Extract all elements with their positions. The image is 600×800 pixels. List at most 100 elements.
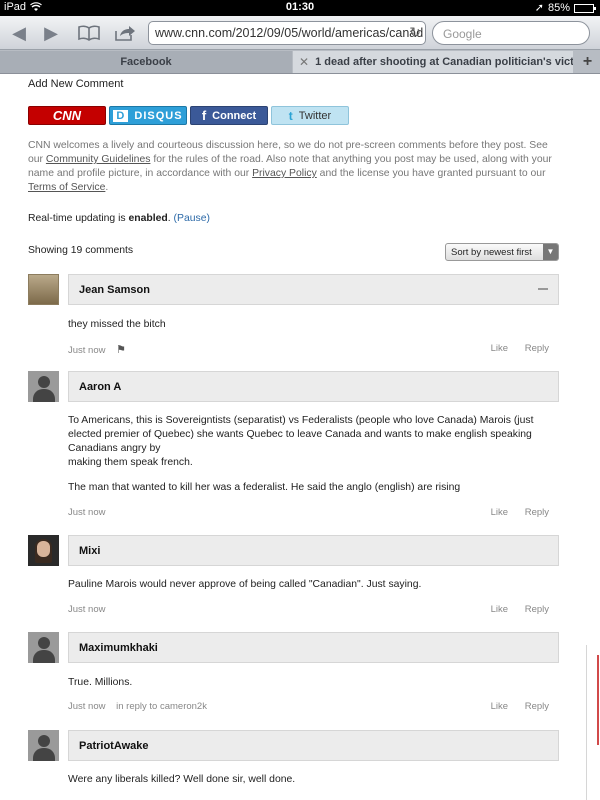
comment-meta: Just now Like Reply [68, 507, 549, 518]
privacy-policy-link[interactable]: Privacy Policy [252, 168, 317, 179]
terms-of-service-link[interactable]: Terms of Service [28, 182, 105, 193]
like-link[interactable]: Like [491, 343, 508, 354]
comment-time[interactable]: Just now [68, 345, 106, 356]
comment-paragraph: Pauline Marois would never approve of be… [68, 579, 422, 590]
realtime-prefix: Real-time updating is [28, 213, 129, 224]
comment-text: they missed the bitch [68, 318, 553, 332]
avatar[interactable] [28, 632, 59, 663]
comment-time[interactable]: Just now [68, 701, 106, 712]
add-comment-title: Add New Comment [28, 78, 124, 90]
comment-meta: Just now in reply to cameron2k Like Repl… [68, 701, 549, 712]
comment-item: PatriotAwake Were any liberals killed? W… [28, 730, 560, 800]
disqus-label: DISQUS [134, 109, 183, 122]
facebook-connect-button[interactable]: f Connect [190, 106, 268, 125]
battery-icon [574, 3, 596, 13]
clock: 01:30 [285, 1, 315, 13]
comment-meta: Just now Like Reply [68, 604, 549, 615]
facebook-label: Connect [212, 109, 257, 122]
discussion-notice: CNN welcomes a lively and courteous disc… [28, 139, 558, 195]
flag-icon[interactable]: ⚑ [116, 344, 126, 356]
comment-author[interactable]: Maximumkhaki [79, 642, 158, 654]
reply-link[interactable]: Reply [525, 507, 549, 518]
share-icon[interactable] [112, 22, 138, 44]
status-bar: iPad 01:30 ➚ 85% [0, 0, 600, 16]
cnn-logo: CNN [52, 108, 82, 123]
comment-header: Jean Samson [68, 274, 559, 305]
comment-header: Aaron A [68, 371, 559, 402]
battery-percent: 85% [547, 1, 570, 14]
avatar[interactable] [28, 371, 59, 402]
comment-text: To Americans, this is Sovereigntists (se… [68, 414, 553, 495]
notice-text: and the license you have granted pursuan… [316, 168, 546, 179]
tab-cnn-article[interactable]: ✕ 1 dead after shooting at Canadian poli… [293, 51, 573, 73]
comment-paragraph: Were any liberals killed? Well done sir,… [68, 774, 296, 785]
twitter-icon: t [288, 108, 293, 123]
comment-header: Mixi [68, 535, 559, 566]
realtime-status: Real-time updating is enabled. (Pause) [28, 213, 210, 224]
location-arrow-icon: ➚ [534, 2, 544, 14]
forward-arrow-icon[interactable]: ▶ [40, 22, 62, 44]
url-text: www.cnn.com/2012/09/05/world/americas/ca… [155, 26, 424, 40]
avatar[interactable] [28, 730, 59, 761]
comment-author[interactable]: Aaron A [79, 381, 121, 393]
pause-link[interactable]: (Pause) [174, 213, 210, 224]
comment-item: Maximumkhaki True. Millions. Just now in… [28, 632, 560, 722]
comment-author[interactable]: Jean Samson [79, 284, 150, 296]
reply-link[interactable]: Reply [525, 604, 549, 615]
avatar[interactable] [28, 274, 59, 305]
community-guidelines-link[interactable]: Community Guidelines [46, 154, 151, 165]
reload-icon[interactable]: ↻ [409, 24, 421, 41]
collapse-icon[interactable] [538, 288, 548, 290]
in-reply-to-link[interactable]: in reply to cameron2k [116, 701, 207, 712]
comment-header: PatriotAwake [68, 730, 559, 761]
comment-item: Aaron A To Americans, this is Sovereignt… [28, 371, 560, 521]
comment-paragraph: True. Millions. [68, 677, 133, 688]
notice-text: . [105, 182, 109, 193]
browser-toolbar: ◀ ▶ www.cnn.com/2012/09/05/world/america… [0, 16, 600, 50]
comment-author[interactable]: Mixi [79, 545, 100, 557]
avatar[interactable] [28, 535, 59, 566]
like-link[interactable]: Like [491, 604, 508, 615]
url-field[interactable]: www.cnn.com/2012/09/05/world/americas/ca… [148, 21, 426, 45]
comment-paragraph: making them speak french. [68, 457, 193, 468]
comment-header: Maximumkhaki [68, 632, 559, 663]
comment-time[interactable]: Just now [68, 604, 106, 615]
tab-facebook[interactable]: Facebook [0, 51, 292, 73]
cnn-login-button[interactable]: CNN [28, 106, 106, 125]
comment-item: Jean Samson they missed the bitch Just n… [28, 274, 560, 364]
like-link[interactable]: Like [491, 507, 508, 518]
facebook-icon: f [201, 108, 207, 123]
search-field[interactable]: Google [432, 21, 590, 45]
tab-label: 1 dead after shooting at Canadian politi… [315, 56, 573, 68]
sort-dropdown[interactable]: Sort by newest first ▼ [445, 243, 559, 261]
side-panel-edge [586, 645, 600, 800]
chevron-down-icon: ▼ [543, 244, 558, 260]
comment-text: True. Millions. [68, 676, 553, 690]
comment-paragraph: The man that wanted to kill her was a fe… [68, 482, 461, 493]
search-placeholder: Google [443, 27, 482, 41]
comment-author[interactable]: PatriotAwake [79, 740, 149, 752]
bookmarks-icon[interactable] [76, 22, 102, 44]
comment-paragraph: they missed the bitch [68, 319, 166, 330]
comment-time[interactable]: Just now [68, 507, 106, 518]
comment-count: Showing 19 comments [28, 245, 134, 256]
new-tab-button[interactable]: + [575, 51, 600, 73]
reply-link[interactable]: Reply [525, 343, 549, 354]
sort-label: Sort by newest first [451, 247, 532, 258]
comment-item: Mixi Pauline Marois would never approve … [28, 535, 560, 625]
back-arrow-icon[interactable]: ◀ [8, 22, 30, 44]
comment-text: Were any liberals killed? Well done sir,… [68, 773, 553, 787]
like-link[interactable]: Like [491, 701, 508, 712]
disqus-login-button[interactable]: D DISQUS [109, 106, 187, 125]
tab-label: Facebook [120, 56, 172, 68]
comment-paragraph: To Americans, this is Sovereigntists (se… [68, 415, 534, 454]
comment-meta: Just now ⚑ Like Reply [68, 343, 549, 356]
disqus-icon: D [113, 109, 129, 122]
close-icon[interactable]: ✕ [299, 55, 309, 69]
realtime-state: enabled [128, 213, 168, 224]
reply-link[interactable]: Reply [525, 701, 549, 712]
comment-text: Pauline Marois would never approve of be… [68, 578, 553, 592]
twitter-login-button[interactable]: t Twitter [271, 106, 349, 125]
tab-bar: Facebook ✕ 1 dead after shooting at Cana… [0, 50, 600, 74]
plus-icon: + [582, 53, 593, 70]
